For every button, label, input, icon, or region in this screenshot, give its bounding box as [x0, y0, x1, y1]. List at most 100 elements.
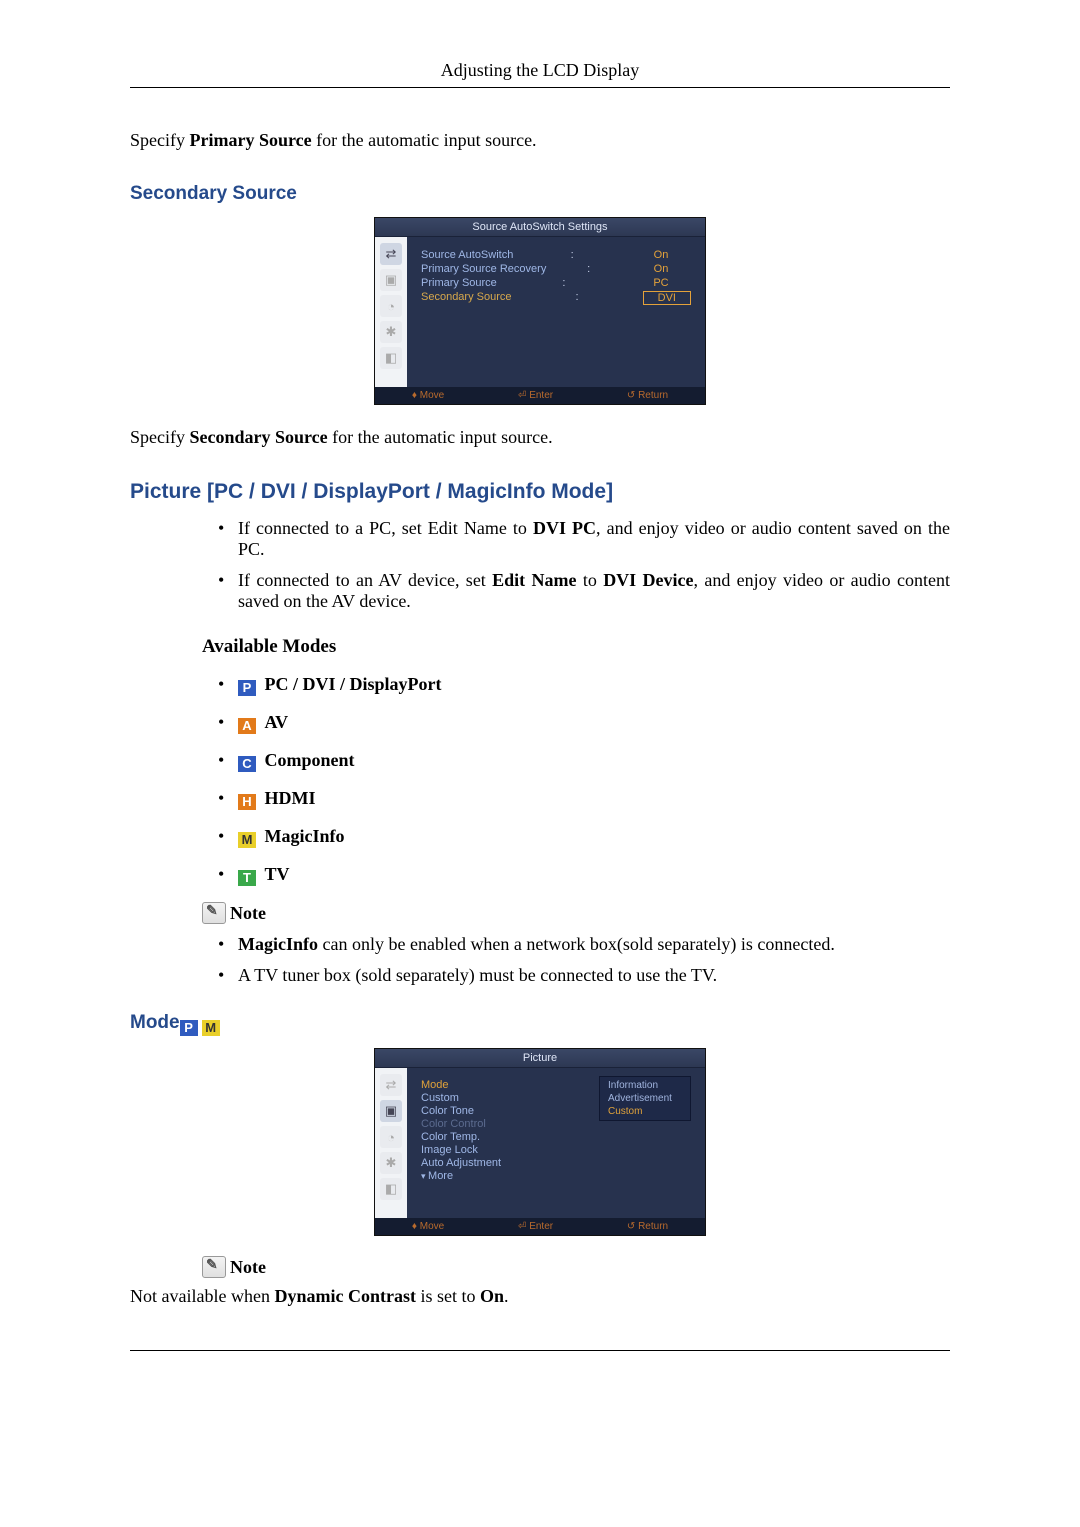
mode-label: PC / DVI / DisplayPort — [265, 674, 442, 694]
osd-title: Source AutoSwitch Settings — [375, 218, 705, 237]
osd-submenu-item: Advertisement — [600, 1092, 690, 1105]
text: If connected to a PC, set Edit Name to — [238, 518, 533, 538]
osd-label: Source AutoSwitch — [421, 249, 513, 261]
clock-icon: ◔ — [380, 1126, 402, 1148]
heading-secondary-source: Secondary Source — [130, 183, 950, 205]
text: to — [577, 570, 604, 590]
osd-footer-return: Return — [627, 1221, 668, 1232]
t-icon: T — [238, 870, 256, 886]
list-item: If connected to an AV device, set Edit N… — [218, 570, 950, 612]
osd-footer-enter: Enter — [518, 1221, 553, 1232]
settings-icon: ✱ — [380, 1152, 402, 1174]
settings-icon: ✱ — [380, 321, 402, 343]
osd-icon-column: ⇄ ▣ ◔ ✱ ◧ — [375, 1068, 407, 1218]
text-bold: Dynamic Contrast — [274, 1286, 416, 1306]
osd-footer-move: Move — [412, 1221, 444, 1232]
note-icon — [202, 1256, 226, 1278]
p-icon: P — [180, 1020, 198, 1036]
list-item: T TV — [218, 864, 950, 886]
list-item: M MagicInfo — [218, 826, 950, 848]
osd-value: On — [631, 249, 691, 261]
osd-picture: Picture ⇄ ▣ ◔ ✱ ◧ Mode Custom Color Tone… — [374, 1048, 706, 1236]
m-icon: M — [238, 832, 256, 848]
osd-icon-column: ⇄ ▣ ◔ ✱ ◧ — [375, 237, 407, 387]
m-icon: M — [202, 1020, 220, 1036]
multi-icon: ◧ — [380, 347, 402, 369]
note-label: Note — [230, 1257, 266, 1277]
osd-submenu-item-selected: Custom — [600, 1105, 690, 1118]
text-bold: Edit Name — [492, 570, 576, 590]
osd-submenu: Information Advertisement Custom — [599, 1076, 691, 1121]
a-icon: A — [238, 718, 256, 734]
c-icon: C — [238, 756, 256, 772]
secondary-source-text: Specify Secondary Source for the automat… — [130, 425, 950, 450]
text: . — [504, 1286, 509, 1306]
osd-title: Picture — [375, 1049, 705, 1068]
text: for the automatic input source. — [328, 427, 553, 447]
osd-content: Mode Custom Color Tone Color Control Col… — [407, 1068, 705, 1218]
text: for the automatic input source. — [312, 130, 537, 150]
multi-icon: ◧ — [380, 1178, 402, 1200]
text: A TV tuner box (sold separately) must be… — [238, 965, 717, 985]
text: Specify — [130, 130, 189, 150]
clock-icon: ◔ — [380, 295, 402, 317]
note-icon — [202, 902, 226, 924]
primary-source-text: Specify Primary Source for the automatic… — [130, 128, 950, 153]
mode-label: MagicInfo — [265, 826, 345, 846]
note-heading: Note — [202, 902, 950, 924]
text: is set to — [416, 1286, 480, 1306]
text: can only be enabled when a network box(s… — [318, 934, 835, 954]
list-item: C Component — [218, 750, 950, 772]
note-text: Not available when Dynamic Contrast is s… — [130, 1284, 950, 1309]
heading-mode: ModePM — [130, 1012, 950, 1036]
list-item: If connected to a PC, set Edit Name to D… — [218, 518, 950, 560]
input-icon: ⇄ — [380, 243, 402, 265]
text-bold: Primary Source — [189, 130, 311, 150]
mode-label: TV — [265, 864, 290, 884]
heading-text: Mode — [130, 1012, 180, 1033]
osd-item: Auto Adjustment — [421, 1157, 691, 1169]
text: Not available when — [130, 1286, 274, 1306]
osd-label: Primary Source Recovery — [421, 263, 546, 275]
divider-top — [130, 87, 950, 88]
osd-value: On — [631, 263, 691, 275]
page-header: Adjusting the LCD Display — [130, 60, 950, 81]
mode-label: Component — [265, 750, 355, 770]
osd-item: Image Lock — [421, 1144, 691, 1156]
list-item: A TV tuner box (sold separately) must be… — [218, 965, 950, 986]
mode-label: AV — [265, 712, 289, 732]
osd-item: Color Temp. — [421, 1131, 691, 1143]
osd-footer: Move Enter Return — [375, 1218, 705, 1235]
osd-label: Primary Source — [421, 277, 497, 289]
osd-value-selected: DVI — [643, 291, 691, 305]
osd-submenu-item: Information — [600, 1079, 690, 1092]
text-bold: Secondary Source — [189, 427, 327, 447]
osd-footer-move: Move — [412, 390, 444, 401]
osd-footer-return: Return — [627, 390, 668, 401]
list-item: MagicInfo can only be enabled when a net… — [218, 934, 950, 955]
text: If connected to an AV device, set — [238, 570, 492, 590]
text-bold: On — [480, 1286, 504, 1306]
list-item: P PC / DVI / DisplayPort — [218, 674, 950, 696]
picture-icon: ▣ — [380, 1100, 402, 1122]
osd-source-autoswitch: Source AutoSwitch Settings ⇄ ▣ ◔ ✱ ◧ Sou… — [374, 217, 706, 405]
osd-value: PC — [631, 277, 691, 289]
osd-content: Source AutoSwitch:On Primary Source Reco… — [407, 237, 705, 387]
heading-picture-mode: Picture [PC / DVI / DisplayPort / MagicI… — [130, 480, 950, 504]
osd-footer-enter: Enter — [518, 390, 553, 401]
available-modes-list: P PC / DVI / DisplayPort A AV C Componen… — [218, 674, 950, 886]
note-heading: Note — [202, 1256, 950, 1278]
note-list: MagicInfo can only be enabled when a net… — [218, 934, 950, 986]
h-icon: H — [238, 794, 256, 810]
input-icon: ⇄ — [380, 1074, 402, 1096]
osd-label-selected: Secondary Source — [421, 291, 512, 305]
osd-item-more: More — [421, 1170, 691, 1182]
text-bold: MagicInfo — [238, 934, 318, 954]
list-item: H HDMI — [218, 788, 950, 810]
picture-icon: ▣ — [380, 269, 402, 291]
text-bold: DVI PC — [533, 518, 596, 538]
divider-bottom — [130, 1350, 950, 1351]
list-item: A AV — [218, 712, 950, 734]
text-bold: DVI Device — [603, 570, 693, 590]
mode-label: HDMI — [265, 788, 316, 808]
